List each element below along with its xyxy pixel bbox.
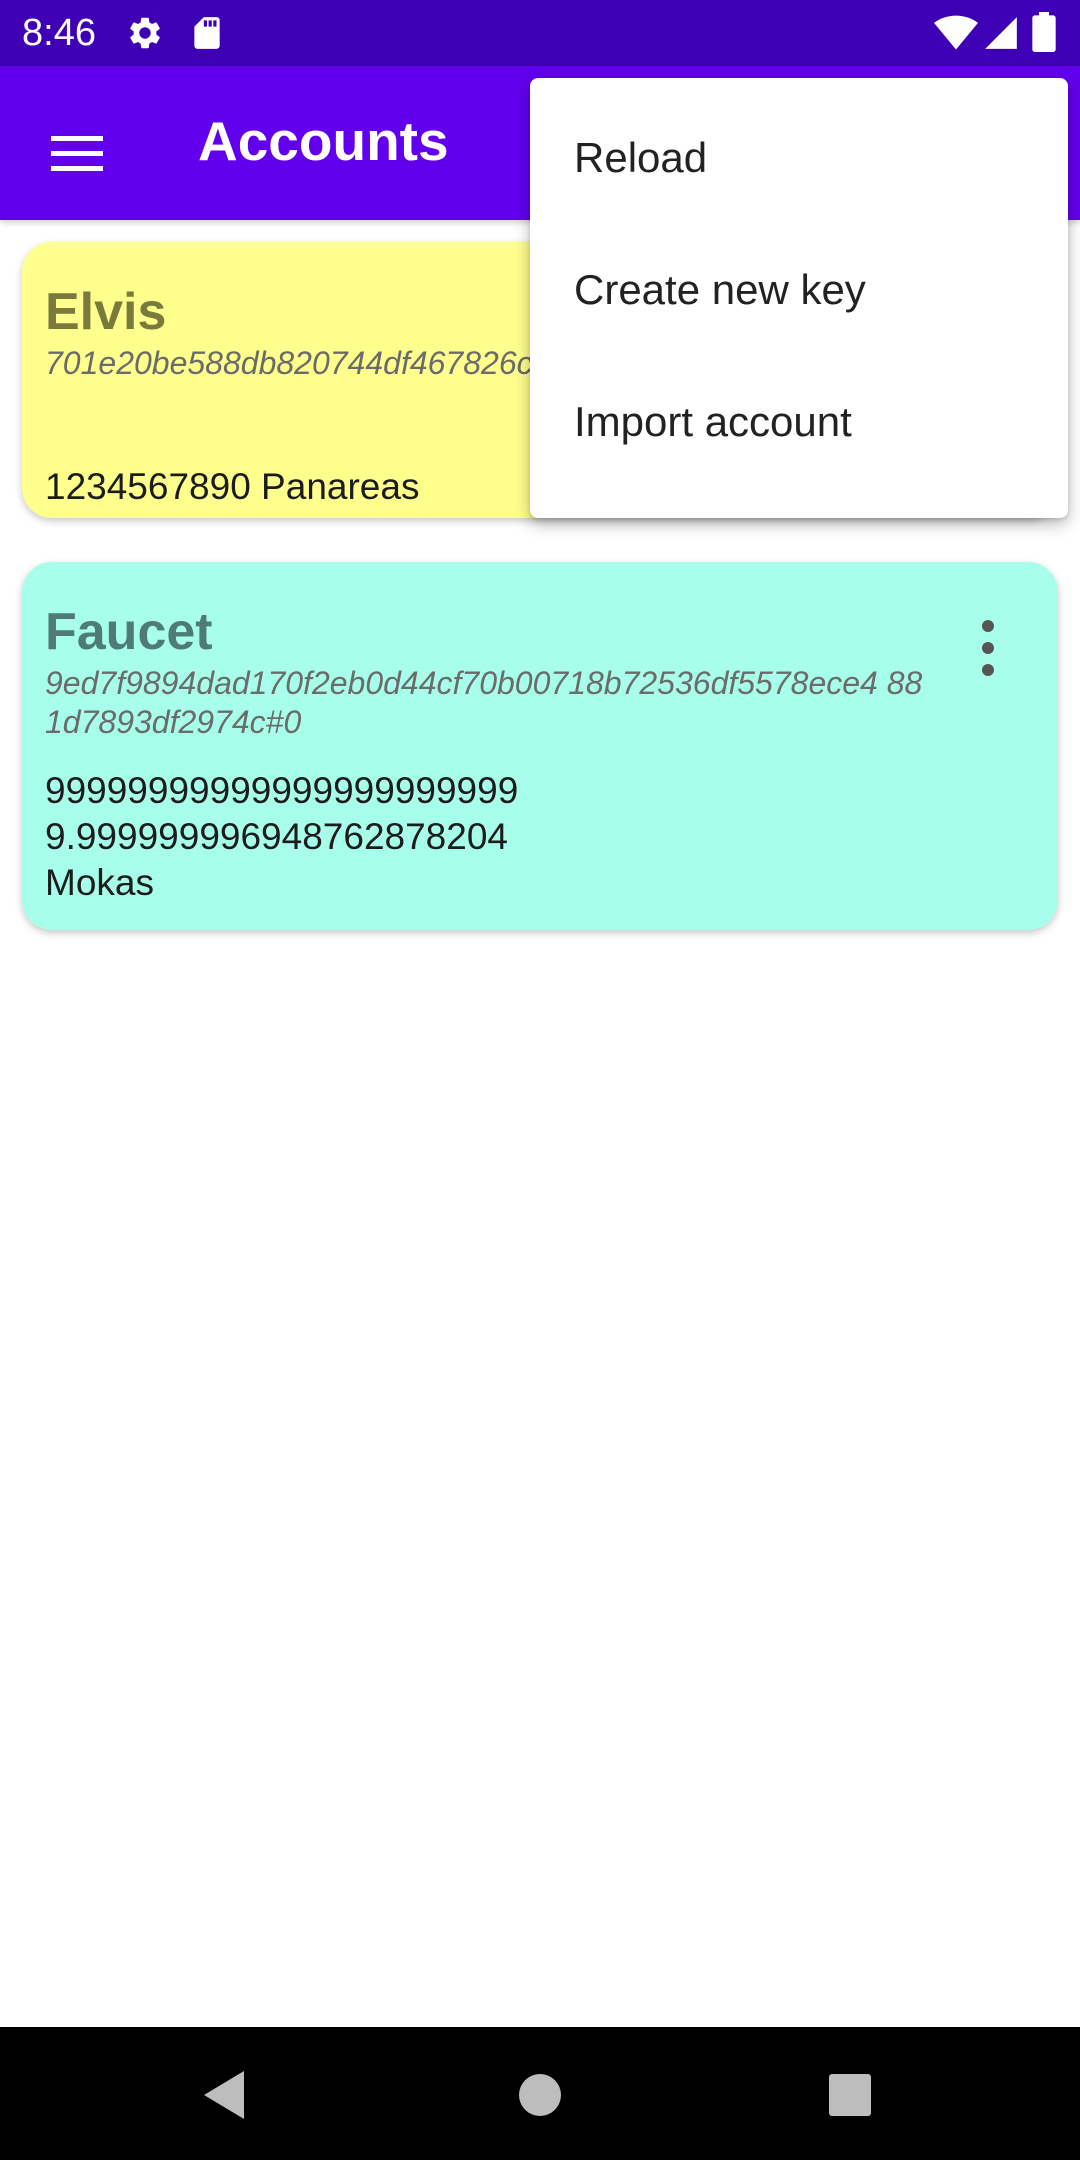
menu-item-reload[interactable]: Reload <box>530 92 1068 224</box>
signal-icon <box>985 17 1017 49</box>
gear-icon <box>130 17 160 49</box>
wifi-icon <box>934 15 978 50</box>
status-time: 8:46 <box>22 12 96 54</box>
back-icon[interactable] <box>186 2055 266 2135</box>
menu-item-import-account[interactable]: Import account <box>530 356 1068 488</box>
home-icon[interactable] <box>500 2055 580 2135</box>
battery-icon <box>1032 12 1056 52</box>
system-nav-bar <box>0 2027 1080 2160</box>
menu-item-create-new-key[interactable]: Create new key <box>530 224 1068 356</box>
recents-icon[interactable] <box>810 2055 890 2135</box>
more-options-icon[interactable] <box>968 608 1008 688</box>
account-card-faucet[interactable]: Faucet 9ed7f9894dad170f2eb0d44cf70b00718… <box>22 562 1058 930</box>
account-key: 9ed7f9894dad170f2eb0d44cf70b00718b72536d… <box>45 665 923 740</box>
page-title: Accounts <box>198 110 449 172</box>
status-bar: 8:46 <box>0 0 1080 66</box>
sd-card-icon <box>194 17 220 49</box>
account-name: Elvis <box>45 283 167 341</box>
account-name: Faucet <box>45 603 213 661</box>
overflow-menu: Reload Create new key Import account <box>530 78 1068 518</box>
hamburger-menu-icon[interactable] <box>37 114 117 194</box>
account-balance: 99999999999999999999999 9.99999999694876… <box>45 770 519 903</box>
